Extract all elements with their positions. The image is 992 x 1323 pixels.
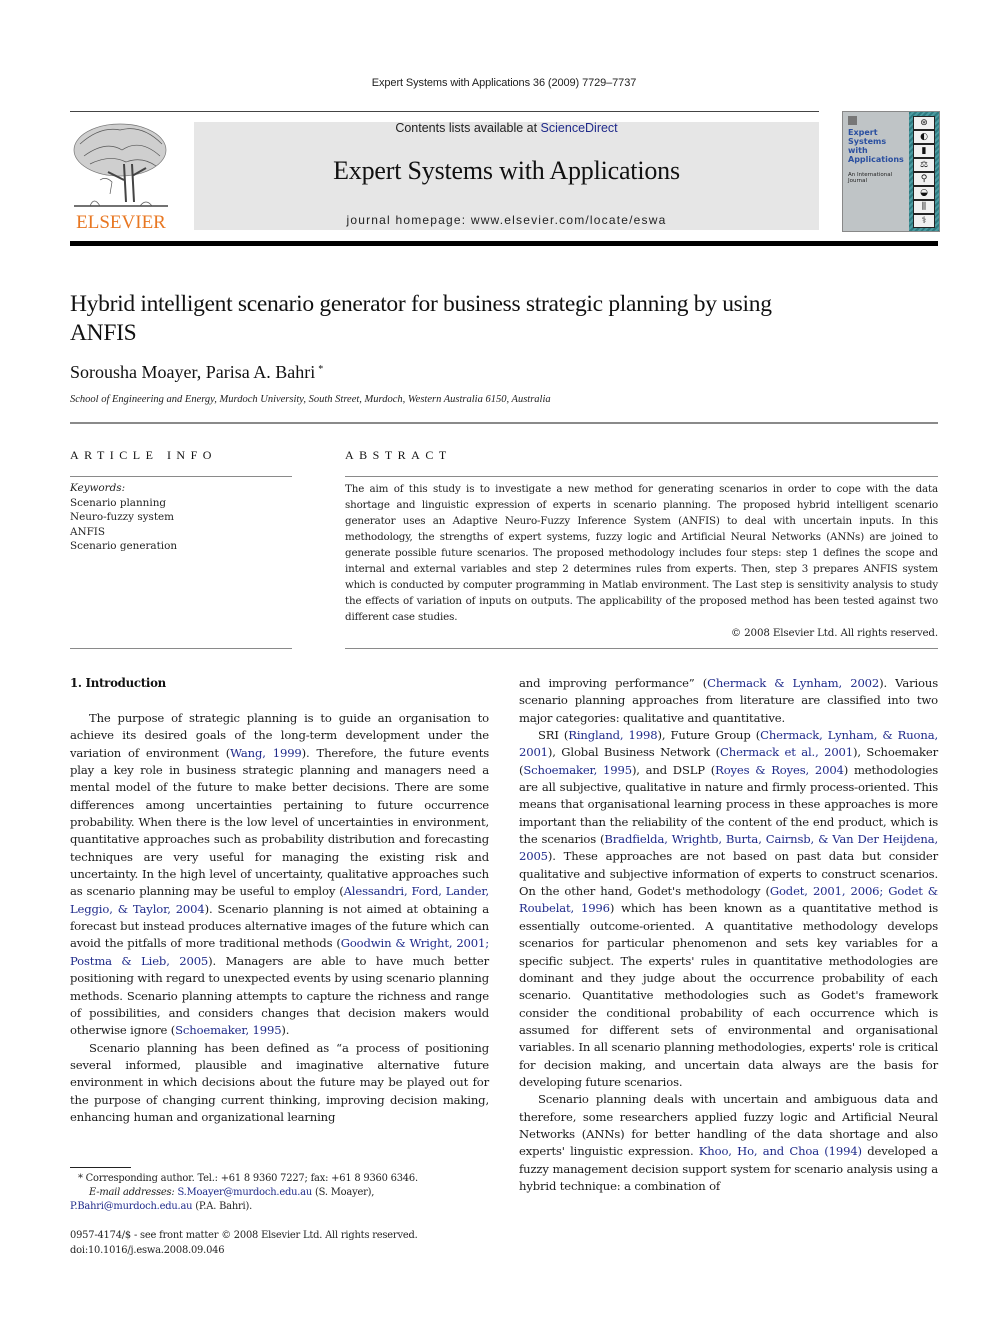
corresponding-author-note: * Corresponding author. Tel.: +61 8 9360… (78, 1173, 418, 1184)
citation-link[interactable]: Wang, 1999 (230, 746, 302, 760)
body-text: ). Therefore, the future events play a k… (70, 745, 490, 899)
paragraph: The purpose of strategic planning is to … (70, 710, 489, 1040)
keywords-block: Keywords: Scenario planning Neuro-fuzzy … (70, 481, 177, 554)
paragraph: Scenario planning deals with uncertain a… (519, 1091, 938, 1195)
caduceus-icon: ⚕ (913, 214, 935, 228)
cover-elsevier-mark-icon (848, 116, 857, 125)
issn-line: 0957-4174/$ - see front matter © 2008 El… (70, 1230, 418, 1241)
citation-link[interactable]: Schoemaker, 1995 (175, 1023, 281, 1037)
abstract-copyright: © 2008 Elsevier Ltd. All rights reserved… (730, 627, 938, 639)
body-text: ), and DSLP ( (631, 762, 716, 777)
keyword-item: ANFIS (70, 525, 106, 538)
contents-prefix: Contents lists available at (395, 121, 541, 135)
cover-title: Expert Systems with Applications (848, 128, 904, 164)
abstract-rule (345, 476, 938, 477)
body-text: ). (281, 1023, 290, 1038)
corresponding-author-mark[interactable]: * (318, 364, 323, 375)
body-text: ), Global Business Network ( (547, 745, 721, 760)
article-info-rule (70, 476, 292, 477)
body-text: and improving performance” ( (519, 676, 708, 690)
section-heading-introduction: 1. Introduction (70, 676, 166, 690)
bar-chart-icon: ▮ (913, 144, 935, 158)
keyword-item: Scenario planning (70, 496, 167, 509)
email-owner-moayer: (S. Moayer), (312, 1187, 375, 1199)
thermometer-icon: ⫼ (913, 200, 935, 214)
sciencedirect-link[interactable]: ScienceDirect (541, 121, 618, 135)
authors: Sorousha Moayer, Parisa A. Bahri * (70, 362, 323, 383)
body-text: Scenario planning has been defined as “a… (70, 1040, 489, 1124)
abstract-body: The aim of this study is to investigate … (345, 481, 938, 641)
paragraph: Scenario planning has been defined as “a… (70, 1040, 489, 1127)
body-text: SRI ( (538, 728, 569, 743)
abstract-bottom-rule (345, 648, 938, 649)
citation-link[interactable]: Khoo, Ho, and Choa (1994) (699, 1144, 862, 1158)
article-info-heading: ARTICLE INFO (70, 448, 217, 462)
email-note: E-mail addresses: S.Moayer@murdoch.edu.a… (70, 1186, 489, 1214)
tree-icon (73, 123, 168, 207)
footnotes: * Corresponding author. Tel.: +61 8 9360… (70, 1172, 489, 1215)
journal-title: Expert Systems with Applications (333, 156, 680, 185)
title-block-rule (70, 422, 938, 424)
email-owner-bahri: (P.A. Bahri). (192, 1201, 253, 1213)
keywords-label: Keywords: (70, 482, 126, 494)
body-text: ), Future Group ( (657, 728, 761, 743)
masthead-thick-rule (70, 241, 938, 246)
citation-link[interactable]: Chermack et al., 2001 (720, 745, 853, 759)
citation-link[interactable]: Schoemaker, 1995 (523, 763, 632, 777)
body-right-column: and improving performance” (Chermack & L… (519, 675, 938, 1195)
citation-link[interactable]: Chermack & Lynham, 2002 (707, 676, 879, 690)
header-rule (70, 111, 819, 112)
globe-icon: ◐ (913, 130, 935, 144)
citation-link[interactable]: Ringland, 1998 (568, 728, 657, 742)
citation-link[interactable]: Royes & Royes, 2004 (715, 763, 844, 777)
paragraph: and improving performance” (Chermack & L… (519, 675, 938, 727)
body-left-column: The purpose of strategic planning is to … (70, 710, 489, 1126)
satellite-icon: ◒ (913, 186, 935, 200)
abstract-heading: ABSTRACT (345, 448, 452, 462)
cover-subtitle: An International Journal (848, 172, 893, 184)
contents-line: Contents lists available at ScienceDirec… (194, 121, 819, 135)
keyword-item: Neuro-fuzzy system (70, 511, 175, 523)
paragraph: SRI (Ringland, 1998), Future Group ( Cher… (519, 727, 938, 1091)
footnote-rule (70, 1167, 131, 1168)
email-link-bahri[interactable]: P.Bahri@murdoch.edu.au (70, 1201, 192, 1212)
journal-homepage-link[interactable]: journal homepage: www.elsevier.com/locat… (194, 213, 819, 227)
author-names: Sorousha Moayer, Parisa A. Bahri (70, 362, 316, 382)
article-title: Hybrid intelligent scenario generator fo… (70, 291, 772, 346)
email-label: E-mail addresses: (89, 1187, 175, 1199)
keyword-item: Scenario generation (70, 540, 178, 552)
microscope-icon: ⚲ (913, 172, 935, 186)
email-link-moayer[interactable]: S.Moayer@murdoch.edu.au (177, 1187, 312, 1198)
abstract-text: The aim of this study is to investigate … (345, 483, 938, 623)
journal-cover-thumbnail[interactable]: Expert Systems with Applications An Inte… (842, 111, 940, 232)
issn-block: 0957-4174/$ - see front matter © 2008 El… (70, 1229, 418, 1258)
affiliation: School of Engineering and Energy, Murdoc… (70, 394, 551, 405)
doi-link[interactable]: doi:10.1016/j.eswa.2008.09.046 (70, 1244, 418, 1259)
elsevier-wordmark: ELSEVIER (76, 212, 166, 233)
scales-icon: ⚖ (913, 158, 935, 172)
article-info-bottom-rule (70, 648, 292, 649)
running-head: Expert Systems with Applications 36 (200… (371, 77, 637, 89)
body-text: ) which has been known as a quantitative… (519, 901, 939, 1089)
steering-wheel-icon: ⊛ (913, 116, 935, 130)
